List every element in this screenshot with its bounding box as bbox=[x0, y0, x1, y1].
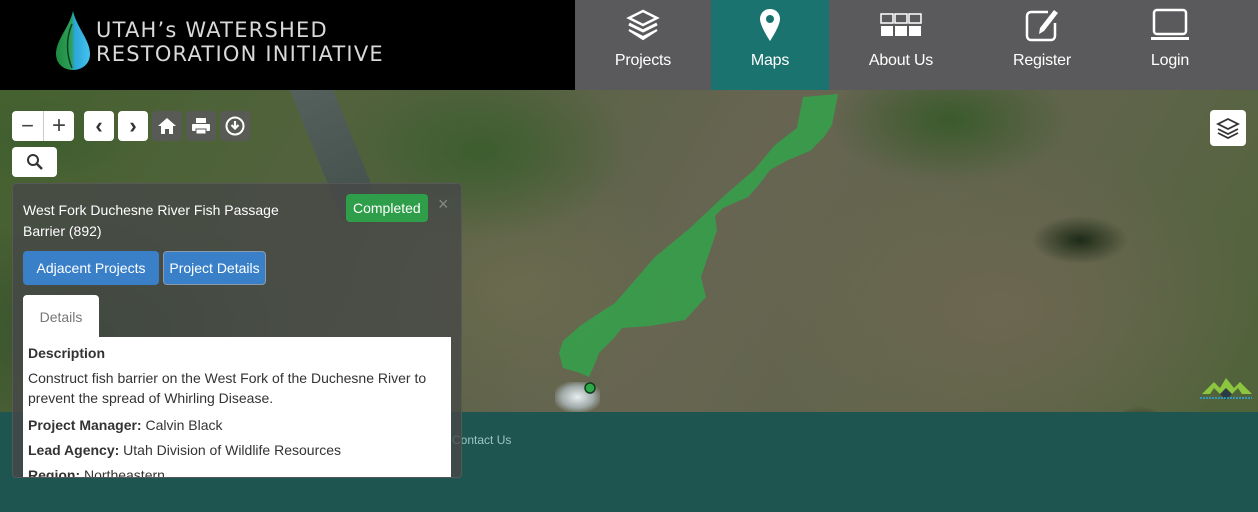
search-icon bbox=[26, 154, 43, 170]
edit-icon bbox=[1025, 10, 1058, 42]
chevron-left-icon: ‹ bbox=[95, 113, 103, 138]
logo-line-1: UTAH’s WATERSHED bbox=[96, 18, 328, 42]
close-icon[interactable]: × bbox=[438, 194, 449, 215]
layers-toggle-button[interactable] bbox=[1210, 110, 1246, 146]
tab-details[interactable]: Details bbox=[23, 295, 99, 338]
field-value: Calvin Black bbox=[145, 417, 223, 433]
description-heading: Description bbox=[28, 345, 106, 361]
zoom-control: − + bbox=[12, 111, 74, 141]
logo-line-2: RESTORATION INITIATIVE bbox=[96, 42, 384, 66]
previous-extent-button[interactable]: ‹ bbox=[84, 111, 114, 141]
adjacent-projects-button[interactable]: Adjacent Projects bbox=[23, 251, 159, 285]
print-icon bbox=[192, 118, 210, 135]
field-value: Northeastern bbox=[84, 467, 165, 478]
nav-register[interactable]: Register bbox=[973, 0, 1111, 90]
nav-maps[interactable]: Maps bbox=[711, 0, 829, 90]
laptop-icon bbox=[1151, 8, 1189, 40]
nav-login-label: Login bbox=[1150, 52, 1190, 69]
nav-register-label: Register bbox=[1013, 52, 1071, 69]
zoom-in-button[interactable]: + bbox=[43, 111, 74, 141]
site-logo[interactable]: UTAH’s WATERSHED RESTORATION INITIATIVE bbox=[52, 10, 383, 75]
home-icon bbox=[158, 118, 176, 134]
layers-icon bbox=[626, 9, 660, 41]
main-nav: Projects Maps About Us Register Login bbox=[575, 0, 1258, 90]
project-details-button[interactable]: Project Details bbox=[163, 251, 266, 285]
field-label: Lead Agency: bbox=[28, 442, 120, 458]
zoom-in-icon: + bbox=[51, 112, 66, 139]
description-text: Construct fish barrier on the West Fork … bbox=[28, 370, 427, 406]
nav-projects[interactable]: Projects bbox=[575, 0, 711, 90]
nav-about-us[interactable]: About Us bbox=[829, 0, 973, 90]
field-region: Region: Northeastern bbox=[28, 466, 446, 478]
search-button[interactable] bbox=[12, 147, 57, 177]
nav-about-us-label: About Us bbox=[868, 52, 934, 69]
status-badge: Completed bbox=[346, 194, 428, 222]
home-button[interactable] bbox=[152, 111, 182, 141]
download-button[interactable] bbox=[220, 111, 250, 141]
site-header: UTAH’s WATERSHED RESTORATION INITIATIVE … bbox=[0, 0, 1258, 90]
download-icon bbox=[225, 116, 245, 136]
zoom-out-icon: − bbox=[21, 113, 34, 138]
field-value: Utah Division of Wildlife Resources bbox=[123, 442, 342, 458]
water-drop-leaf-icon bbox=[56, 11, 90, 70]
print-button[interactable] bbox=[186, 111, 216, 141]
layers-icon bbox=[1216, 117, 1240, 139]
nav-maps-label: Maps bbox=[750, 52, 790, 69]
field-project-manager: Project Manager: Calvin Black bbox=[28, 416, 446, 435]
field-label: Region: bbox=[28, 467, 81, 478]
field-label: Project Manager: bbox=[28, 417, 142, 433]
details-panel: Description Construct fish barrier on th… bbox=[23, 337, 451, 478]
project-popup: West Fork Duchesne River Fish Passage Ba… bbox=[12, 183, 462, 478]
popup-title: West Fork Duchesne River Fish Passage Ba… bbox=[23, 202, 279, 239]
field-lead-agency: Lead Agency: Utah Division of Wildlife R… bbox=[28, 441, 446, 460]
nav-login[interactable]: Login bbox=[1111, 0, 1229, 90]
project-area-polygon[interactable] bbox=[559, 94, 838, 377]
nav-projects-label: Projects bbox=[614, 52, 672, 69]
next-extent-button[interactable]: › bbox=[118, 111, 148, 141]
chevron-right-icon: › bbox=[129, 113, 137, 138]
mountain-logo-icon bbox=[1200, 378, 1252, 400]
map-pin-icon bbox=[760, 9, 780, 41]
zoom-out-button[interactable]: − bbox=[12, 111, 43, 141]
project-point-marker[interactable] bbox=[584, 382, 596, 394]
grid-icon bbox=[880, 13, 922, 36]
